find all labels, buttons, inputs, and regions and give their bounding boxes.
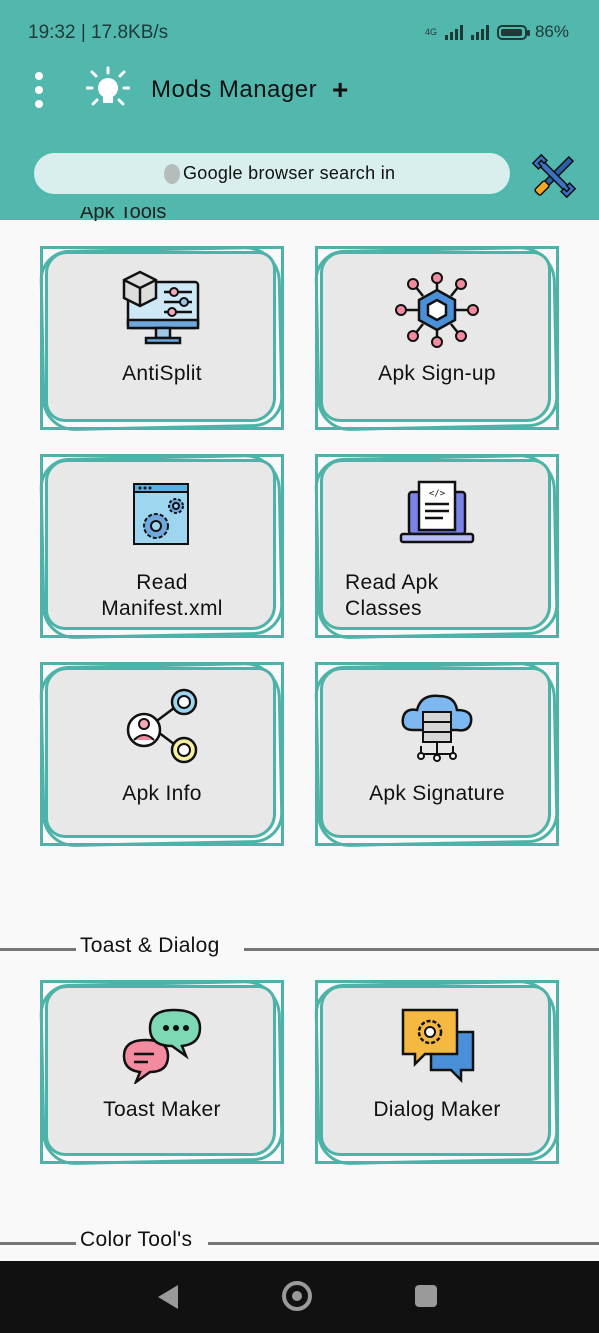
card-apk-sign-up[interactable]: Apk Sign-up [314, 245, 559, 432]
card-read-manifest[interactable]: Read Manifest.xml [39, 453, 284, 640]
laptop-code-icon: </> [399, 480, 475, 544]
card-antisplit[interactable]: AntiSplit [39, 245, 284, 432]
card-label: Toast Maker [103, 1098, 221, 1121]
status-icons: 4G 86% [425, 22, 569, 42]
card-read-apk-classes[interactable]: </> Read Apk Classes [314, 453, 559, 640]
cloud-server-icon [401, 694, 473, 762]
section-header-toast-dialog: Toast & Dialog [0, 934, 599, 964]
card-apk-signature[interactable]: Apk Signature [314, 661, 559, 848]
card-label: Read Manifest.xml [101, 571, 223, 618]
app-title: Mods Manager [151, 76, 318, 103]
card-label: Apk Sign-up [378, 362, 496, 385]
dialog-gear-icon [401, 1008, 475, 1084]
network-type: 4G [424, 27, 437, 37]
card-label: Apk Signature [369, 782, 505, 805]
add-button[interactable]: + [332, 74, 348, 106]
card-toast-maker[interactable]: Toast Maker [39, 979, 284, 1166]
share-nodes-icon [126, 688, 198, 764]
card-apk-info[interactable]: Apk Info [39, 661, 284, 848]
battery-icon [496, 24, 530, 40]
hexagon-network-icon [395, 272, 479, 348]
tools-icon[interactable] [526, 148, 582, 204]
status-time-speed: 19:32 | 17.8KB/s [28, 22, 169, 43]
card-label: Read Apk Classes [345, 571, 439, 618]
section-title: Color Tool's [80, 1228, 193, 1251]
overflow-menu-icon[interactable] [30, 72, 48, 108]
battery-level: 86% [534, 22, 569, 41]
card-label: Apk Info [122, 782, 202, 805]
recent-apps-icon[interactable] [415, 1285, 437, 1307]
section-title: Toast & Dialog [80, 934, 220, 957]
section-title-apk-tools: Apk Tools [80, 207, 167, 221]
back-icon[interactable] [158, 1285, 178, 1309]
chat-bubbles-icon [122, 1008, 202, 1084]
card-label: AntiSplit [122, 362, 202, 385]
search-bar[interactable]: Google browser search in [34, 153, 510, 194]
section-header-color-tools: Color Tool's [0, 1228, 599, 1258]
signal-icon-2 [470, 24, 489, 40]
signal-icon [444, 24, 463, 40]
lightbulb-icon[interactable] [86, 66, 130, 110]
card-label: Dialog Maker [373, 1098, 501, 1121]
top-app-bar: 19:32 | 17.8KB/s 4G 86% Mods Manager + G… [0, 0, 599, 220]
card-dialog-maker[interactable]: Dialog Maker [314, 979, 559, 1166]
system-navigation-bar [0, 1261, 599, 1333]
home-icon[interactable] [282, 1281, 312, 1311]
google-icon [164, 163, 180, 184]
settings-window-icon [133, 483, 189, 545]
search-text: Google browser search in [183, 163, 396, 183]
svg-text:</>: </> [429, 489, 446, 499]
antisplit-monitor-icon [122, 270, 200, 345]
